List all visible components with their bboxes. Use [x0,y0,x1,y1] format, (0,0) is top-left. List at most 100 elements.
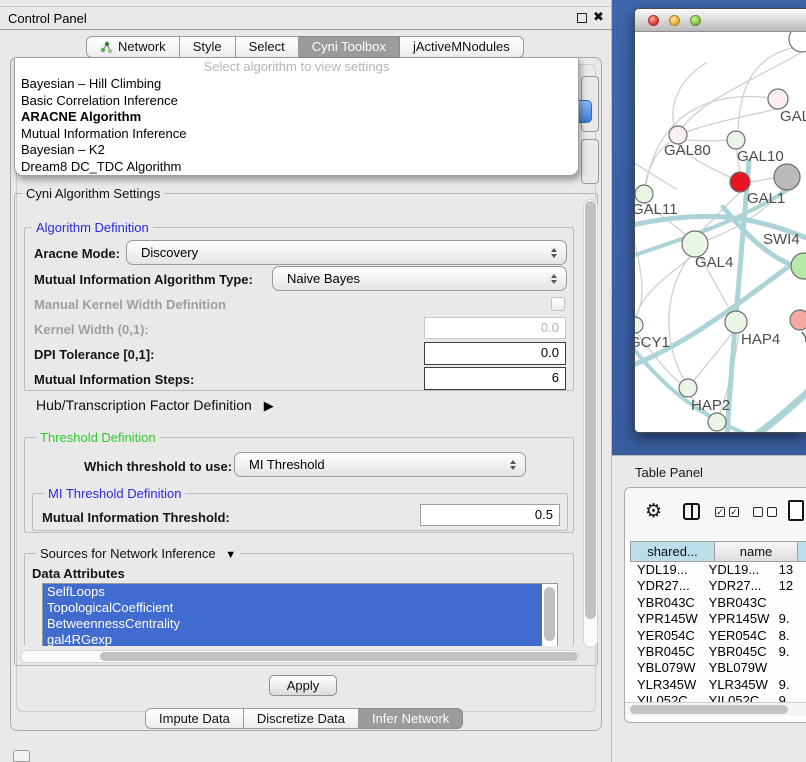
network-canvas[interactable]: GALGAL80GAL10GAL1GAL11SWI4GAL4GCY1HAP4YH… [635,32,806,432]
table-cell[interactable]: YDL19... [630,562,702,578]
table-cell[interactable]: YBR043C [630,595,702,611]
settings-vscrollbar-thumb[interactable] [585,201,596,619]
network-node-hap2[interactable] [679,379,697,397]
table-cell[interactable]: 9. [772,677,806,693]
table-cell[interactable]: YER054C [702,628,772,644]
node-label: SWI4 [763,231,800,248]
zoom-traffic-light-icon[interactable] [690,15,701,26]
table-cell[interactable]: 13 [772,562,806,578]
table-cell[interactable]: YBR045C [630,644,702,660]
which-threshold-combo[interactable]: MI Threshold [234,452,526,477]
table-cell[interactable]: YBR045C [702,644,772,660]
tab-discretize-data[interactable]: Discretize Data [244,708,359,729]
column-header[interactable]: A [798,541,806,562]
attribute-list-item[interactable]: gal4RGexp [43,632,542,646]
list-scrollbar-thumb[interactable] [544,587,555,641]
unchecked-checkbox-icon[interactable] [753,507,763,517]
hub-definition-toggle[interactable]: Hub/Transcription Factor Definition ▶ [36,397,274,414]
table-row[interactable]: YBL079WYBL079W [630,660,806,676]
dropdown-item[interactable]: ARACNE Algorithm [15,109,578,126]
network-node-hap4[interactable] [725,311,747,333]
table-row[interactable]: YBR045CYBR045C9. [630,644,806,660]
network-node-swi4[interactable] [791,253,806,279]
aracne-mode-label: Aracne Mode: [34,246,120,261]
mi-threshold-field[interactable]: 0.5 [420,504,560,526]
dropdown-item[interactable]: Bayesian – K2 [15,142,578,159]
table-cell[interactable]: 9. [772,644,806,660]
split-columns-icon[interactable] [683,503,700,520]
minimize-traffic-light-icon[interactable] [669,15,680,26]
attribute-list-item[interactable]: TopologicalCoefficient [43,600,542,616]
dropdown-item[interactable]: Basic Correlation Inference [15,93,578,110]
attribute-list-item[interactable]: BetweennessCentrality [43,616,542,632]
attribute-list-item[interactable]: SelfLoops [43,584,542,600]
table-row[interactable]: YLR345WYLR345W9. [630,677,806,693]
tab-infer-network[interactable]: Infer Network [359,708,463,729]
dropdown-item[interactable]: Dream8 DC_TDC Algorithm [15,159,578,176]
table-cell[interactable]: 8. [772,628,806,644]
tab-cyni-toolbox[interactable]: Cyni Toolbox [299,36,400,58]
table-cell[interactable]: YBL079W [702,660,772,676]
tab-network[interactable]: Network [86,36,180,58]
tab-impute-data[interactable]: Impute Data [145,708,244,729]
sources-group-title[interactable]: Sources for Network Inference ▼ [36,546,240,561]
table-cell[interactable]: YPR145W [702,611,772,627]
table-cell[interactable]: YDL19... [702,562,772,578]
close-icon[interactable]: ✖ [593,9,604,25]
network-node[interactable] [774,164,800,190]
column-header[interactable]: shared... [630,541,715,562]
table-cell[interactable]: 9. [772,611,806,627]
settings-hscrollbar-thumb[interactable] [100,652,578,661]
tab-style[interactable]: Style [180,36,236,58]
table-hscrollbar-track[interactable] [625,702,806,716]
table-cell[interactable]: YDR27... [630,578,702,594]
mi-type-combo[interactable]: Naive Bayes [272,266,567,291]
table-row[interactable]: YBR043CYBR043C [630,595,806,611]
tab-select[interactable]: Select [236,36,299,58]
unchecked-checkbox-icon[interactable] [767,507,777,517]
table-cell[interactable]: 12 [772,578,806,594]
aracne-mode-combo[interactable]: Discovery [126,240,567,265]
apply-button[interactable]: Apply [269,675,337,696]
network-node-gal[interactable] [768,89,788,109]
aracne-mode-value: Discovery [141,245,198,260]
tab-jactivemnodules[interactable]: jActiveMNodules [400,36,524,58]
manual-kernel-checkbox[interactable] [551,297,565,311]
table-cell[interactable] [772,595,806,611]
table-toolbar: ⚙ ✓ ✓ [625,488,806,540]
gear-icon[interactable]: ⚙ [645,502,662,521]
table-row[interactable]: YER054CYER054C8. [630,628,806,644]
panel-grip-icon[interactable] [13,750,30,762]
network-node-gal1[interactable] [730,172,750,192]
network-window-titlebar[interactable] [635,9,806,32]
table-row[interactable]: YDL19...YDL19...13 [630,562,806,578]
table-cell[interactable] [772,660,806,676]
table-cell[interactable]: YPR145W [630,611,702,627]
network-node-gcy1[interactable] [635,317,643,333]
table-cell[interactable]: YLR345W [630,677,702,693]
dropdown-item[interactable]: Bayesian – Hill Climbing [15,76,578,93]
network-node[interactable] [789,32,806,52]
table-cell[interactable]: YDR27... [702,578,772,594]
checked-checkbox-icon[interactable]: ✓ [729,507,739,517]
page-icon[interactable] [788,500,804,521]
table-panel-title: Table Panel [635,465,703,480]
float-window-icon[interactable] [577,13,587,23]
table-cell[interactable]: YBR043C [702,595,772,611]
table-hscrollbar-thumb[interactable] [630,705,788,714]
network-node[interactable] [708,413,726,431]
column-header[interactable]: name [715,541,798,562]
kernel-width-field[interactable]: 0.0 [424,317,566,339]
table-cell[interactable]: YER054C [630,628,702,644]
network-node-y[interactable] [790,310,806,330]
close-traffic-light-icon[interactable] [648,15,659,26]
dropdown-item[interactable]: Mutual Information Inference [15,126,578,143]
network-node-gal10[interactable] [727,131,745,149]
checked-checkbox-icon[interactable]: ✓ [715,507,725,517]
mi-steps-field[interactable]: 6 [424,367,566,390]
table-row[interactable]: YPR145WYPR145W9. [630,611,806,627]
table-cell[interactable]: YBL079W [630,660,702,676]
dpi-tolerance-field[interactable]: 0.0 [424,342,566,365]
table-row[interactable]: YDR27...YDR27...12 [630,578,806,594]
table-cell[interactable]: YLR345W [702,677,772,693]
